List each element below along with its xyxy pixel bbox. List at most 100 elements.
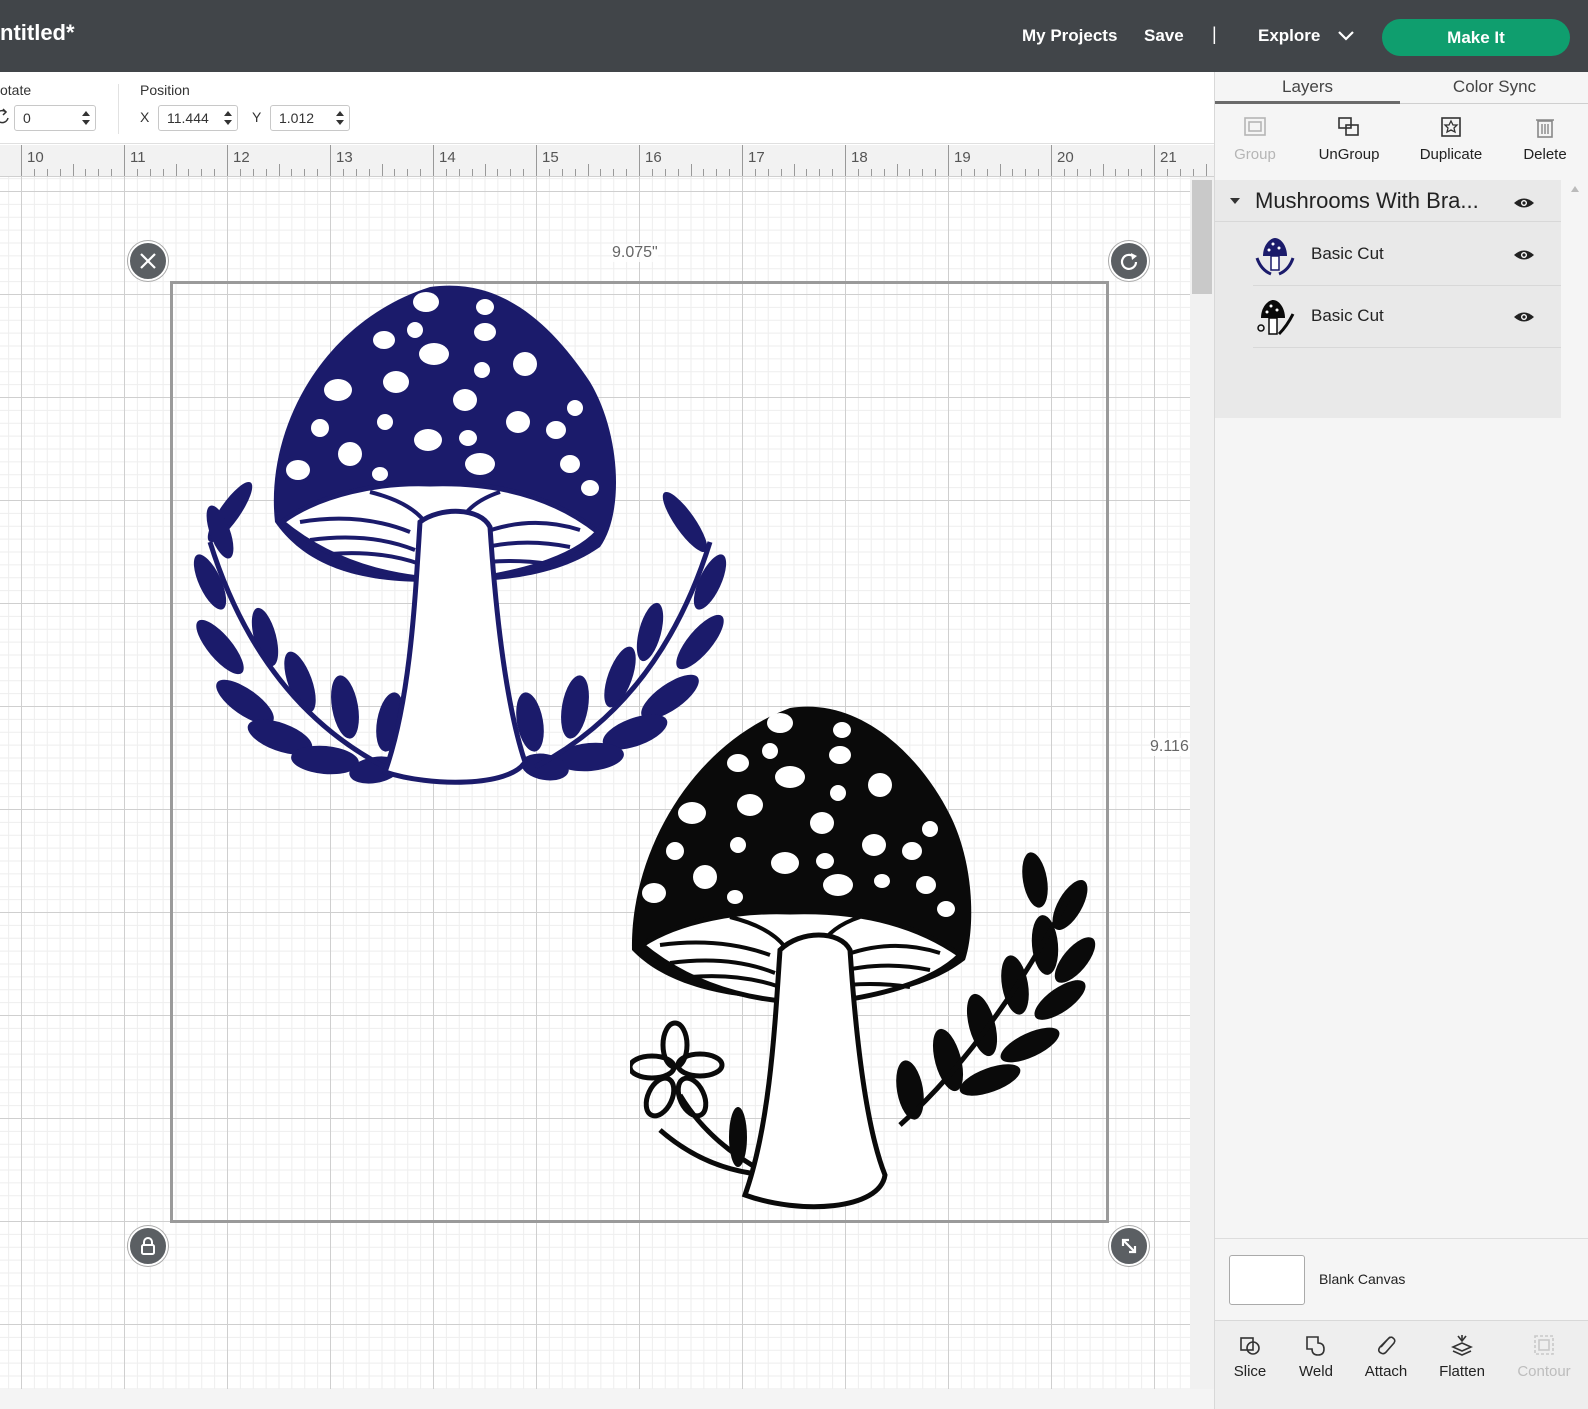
ruler-minor-tick [381, 164, 383, 176]
caret-down-icon[interactable] [1229, 196, 1241, 206]
flatten-icon [1451, 1335, 1473, 1356]
ruler-minor-tick [870, 169, 872, 176]
blank-canvas-row[interactable]: Blank Canvas [1215, 1238, 1588, 1320]
ruler-minor-tick [909, 169, 911, 176]
ruler-minor-tick [420, 169, 422, 176]
duplicate-icon [1441, 117, 1461, 137]
layer-group-row[interactable]: Mushrooms With Bra... [1215, 180, 1561, 222]
stepper-icon[interactable] [223, 109, 233, 127]
duplicate-button[interactable]: Duplicate [1411, 114, 1491, 174]
rotate-input[interactable]: 0 [14, 105, 96, 131]
delete-label: Delete [1523, 146, 1567, 163]
ruler-minor-tick [857, 169, 859, 176]
y-position-input[interactable]: 1.012 [270, 105, 350, 131]
x-position-value: 11.444 [167, 110, 209, 126]
ruler-minor-tick [252, 169, 254, 176]
selection-bounding-box[interactable] [170, 281, 1109, 1223]
contour-button[interactable]: Contour [1509, 1333, 1579, 1380]
ruler-minor-tick [497, 169, 499, 176]
selection-height-label: 9.116 [1150, 738, 1189, 756]
stepper-icon[interactable] [81, 109, 91, 127]
y-label: Y [252, 109, 262, 125]
ruler-minor-tick [1179, 169, 1181, 176]
ruler-minor-tick [317, 169, 319, 176]
slice-button[interactable]: Slice [1215, 1333, 1285, 1380]
ruler-minor-tick [664, 169, 666, 176]
layer-row[interactable]: Basic Cut [1253, 288, 1561, 348]
ruler-number: 12 [233, 149, 250, 166]
ruler-major-tick [227, 145, 228, 176]
ruler-minor-tick [1089, 169, 1091, 176]
layer-row[interactable]: Basic Cut [1253, 226, 1561, 286]
ruler-minor-tick [136, 169, 138, 176]
ruler-number: 18 [851, 149, 868, 166]
ruler-number: 10 [27, 149, 44, 166]
attach-button[interactable]: Attach [1351, 1333, 1421, 1380]
tab-layers[interactable]: Layers [1215, 72, 1400, 104]
ruler-minor-tick [188, 169, 190, 176]
ungroup-icon [1338, 117, 1359, 136]
ruler-minor-tick [368, 169, 370, 176]
ruler-major-tick [330, 145, 331, 176]
eye-icon[interactable] [1513, 248, 1535, 262]
ruler-minor-tick [677, 169, 679, 176]
scale-handle[interactable] [1109, 1226, 1149, 1266]
ruler-minor-tick [1166, 169, 1168, 176]
ruler-number: 20 [1057, 149, 1074, 166]
panel-tabs: Layers Color Sync [1215, 72, 1588, 104]
ruler-minor-tick [342, 169, 344, 176]
ruler-minor-tick [986, 169, 988, 176]
ruler-major-tick [536, 145, 537, 176]
stepper-icon[interactable] [335, 109, 345, 127]
ruler-minor-tick [935, 169, 937, 176]
ruler-number: 11 [130, 149, 146, 166]
ungroup-button[interactable]: UnGroup [1309, 114, 1389, 174]
panel-scrollbar[interactable] [1561, 180, 1588, 1260]
ruler-minor-tick [510, 169, 512, 176]
canvas-scrollbar-thumb[interactable] [1192, 180, 1212, 294]
ungroup-label: UnGroup [1318, 146, 1380, 163]
canvas-scrollbar[interactable] [1190, 177, 1214, 1389]
ruler-minor-tick [1063, 169, 1065, 176]
layer-actions-bar: Group UnGroup Duplicate Delete [1215, 104, 1588, 176]
ruler-minor-tick [613, 169, 615, 176]
chevron-down-icon[interactable] [1336, 28, 1356, 44]
document-title[interactable]: ntitled* [0, 20, 75, 46]
lock-handle[interactable] [128, 1226, 168, 1266]
rotate-label: otate [0, 82, 32, 98]
ruler-minor-tick [523, 169, 525, 176]
lock-icon [141, 1237, 155, 1255]
ruler-minor-tick [1141, 169, 1143, 176]
ruler-number: 14 [439, 149, 456, 166]
weld-button[interactable]: Weld [1281, 1333, 1351, 1380]
explore-menu[interactable]: Explore [1258, 26, 1320, 46]
x-position-input[interactable]: 11.444 [158, 105, 238, 131]
blank-canvas-swatch[interactable] [1229, 1255, 1305, 1305]
ruler-minor-tick [72, 164, 74, 176]
tab-color-sync[interactable]: Color Sync [1400, 72, 1588, 104]
ruler-minor-tick [394, 169, 396, 176]
ruler-minor-tick [703, 169, 705, 176]
ruler-minor-tick [999, 164, 1001, 176]
delete-button[interactable]: Delete [1505, 114, 1585, 174]
delete-handle[interactable] [128, 241, 168, 281]
ruler-minor-tick [85, 169, 87, 176]
eye-icon[interactable] [1513, 310, 1535, 324]
ruler-minor-tick [626, 169, 628, 176]
ruler-minor-tick [239, 169, 241, 176]
my-projects-link[interactable]: My Projects [1022, 26, 1117, 46]
make-it-button[interactable]: Make It [1382, 19, 1570, 56]
ruler-minor-tick [33, 169, 35, 176]
flatten-button[interactable]: Flatten [1427, 1333, 1497, 1380]
eye-icon[interactable] [1513, 196, 1535, 210]
rotate-handle[interactable] [1109, 241, 1149, 281]
ruler-minor-tick [201, 169, 203, 176]
ruler-major-tick [948, 145, 949, 176]
rotate-icon [0, 108, 9, 124]
save-link[interactable]: Save [1144, 26, 1184, 46]
ruler-minor-tick [600, 169, 602, 176]
group-button[interactable]: Group [1215, 114, 1295, 174]
ruler-minor-tick [690, 164, 692, 176]
ruler-minor-tick [651, 169, 653, 176]
group-label: Group [1234, 146, 1276, 163]
